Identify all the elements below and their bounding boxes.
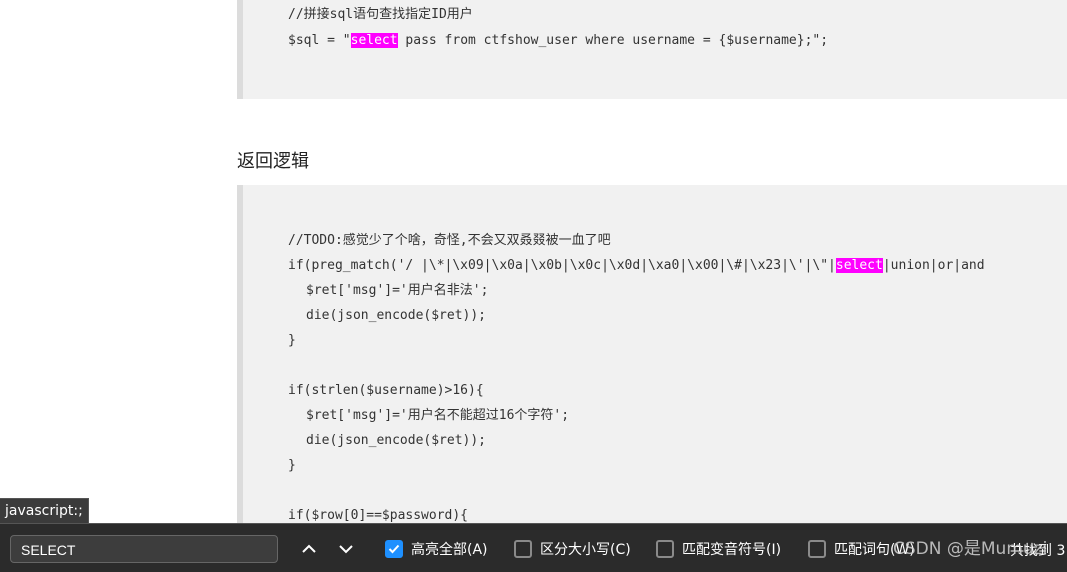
code-comment: //拼接sql语句查找指定ID用户 — [288, 7, 473, 22]
code-line-if-preg: if(preg_match('/ |\*|\x09|\x0a|\x0b|\x0c… — [288, 257, 985, 275]
match-diacritics-checkbox[interactable] — [656, 540, 674, 558]
find-next-button[interactable] — [334, 537, 358, 561]
chevron-down-icon — [339, 545, 353, 554]
whole-words-checkbox[interactable] — [808, 540, 826, 558]
find-input[interactable]: SELECT — [10, 535, 278, 563]
code-block-logic: //TODO:感觉少了个啥，奇怪,不会又双叒叕被一血了吧 if(preg_mat… — [237, 185, 1067, 530]
code-text: if(preg_match('/ |\*|\x09|\x0a|\x0b|\x0c… — [288, 258, 836, 273]
match-diacritics-label: 匹配变音符号(I) — [682, 542, 782, 558]
find-highlight: select — [835, 258, 883, 273]
highlight-all-option[interactable]: 高亮全部(A) — [385, 539, 488, 559]
code-block-sql: //拼接sql语句查找指定ID用户 $sql = "select pass fr… — [237, 0, 1067, 99]
match-diacritics-option[interactable]: 匹配变音符号(I) — [656, 539, 781, 559]
code-line: } — [288, 333, 296, 348]
code-line: die(json_encode($ret)); — [306, 433, 487, 448]
code-line: $ret['msg']='用户名不能超过16个字符'; — [306, 408, 570, 423]
code-line: if(strlen($username)>16){ — [288, 383, 484, 398]
code-text: |union|or|and — [882, 258, 985, 273]
code-line-sql: $sql = "select pass from ctfshow_user wh… — [288, 32, 828, 50]
section-heading: 返回逻辑 — [237, 151, 309, 172]
match-case-checkbox[interactable] — [514, 540, 532, 558]
code-text: $sql = " — [288, 33, 351, 48]
find-highlight: select — [350, 33, 398, 48]
code-comment: //TODO:感觉少了个啥，奇怪,不会又双叒叕被一血了吧 — [288, 233, 611, 248]
highlight-all-checkbox[interactable] — [385, 540, 403, 558]
code-text: pass from ctfshow_user where username = … — [397, 33, 829, 48]
match-case-option[interactable]: 区分大小写(C) — [514, 539, 631, 559]
find-previous-button[interactable] — [297, 537, 321, 561]
highlight-all-label: 高亮全部(A) — [411, 542, 488, 558]
watermark: CSDN @是Mumuzi — [893, 539, 1048, 559]
find-bar: SELECT 高亮全部(A) 区分大小写(C) 匹配变音符号(I) 匹配词句(W… — [0, 523, 1067, 572]
checkmark-icon — [388, 544, 400, 554]
code-line: die(json_encode($ret)); — [306, 308, 487, 323]
match-case-label: 区分大小写(C) — [540, 542, 631, 558]
status-url-tooltip: javascript:; — [0, 498, 89, 524]
code-line: $ret['msg']='用户名非法'; — [306, 283, 489, 298]
chevron-up-icon — [302, 544, 316, 553]
code-line: } — [288, 458, 296, 473]
